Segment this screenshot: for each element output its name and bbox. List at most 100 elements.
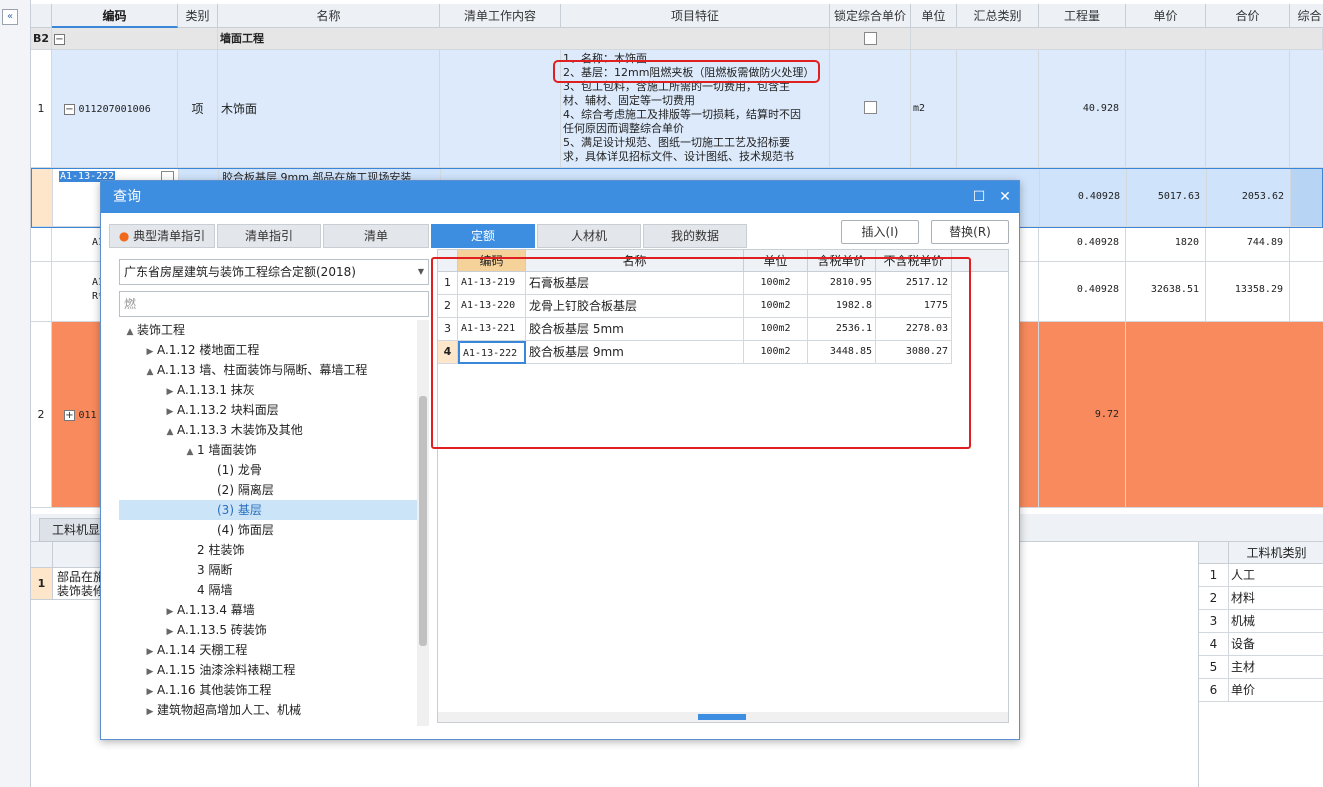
tree-node[interactable]: ▶ 建筑物超高增加人工、机械 <box>119 700 417 720</box>
chevron-down-icon: ▼ <box>417 267 424 276</box>
col-header-unit[interactable]: 单位 <box>911 4 957 28</box>
category-item[interactable]: 2 材料 <box>1199 587 1323 610</box>
row-total: 2053.62 <box>1207 169 1291 227</box>
tree-node-label: 2 柱装饰 <box>197 543 245 557</box>
expand-arrow-icon[interactable]: ▶ <box>163 402 177 422</box>
tree-node[interactable]: ▶ A.1.13.2 块料面层 <box>119 400 417 420</box>
col-header-unit-price[interactable]: 单价 <box>1126 4 1206 28</box>
col-header-composite[interactable]: 综合 <box>1290 4 1323 28</box>
expand-arrow-icon[interactable]: ▶ <box>143 642 157 662</box>
expand-arrow-icon[interactable]: ▶ <box>143 682 157 702</box>
row-unit-price: 32638.51 <box>1126 262 1206 322</box>
col-header-code[interactable]: 编码 <box>52 4 178 28</box>
tree-node-label: A.1.13 墙、柱面装饰与隔断、幕墙工程 <box>157 363 368 377</box>
maximize-icon[interactable]: ☐ <box>967 181 991 213</box>
annotation-box <box>553 60 820 83</box>
tree-node[interactable]: ▶ A.1.13.4 幕墙 <box>119 600 417 620</box>
category-item[interactable]: 4 设备 <box>1199 633 1323 656</box>
tree-node-label: 装饰工程 <box>137 323 186 337</box>
tree-node[interactable]: ▲ 装饰工程 <box>119 320 417 340</box>
tree-node[interactable]: (4) 饰面层 <box>119 520 417 540</box>
col-header-total[interactable]: 合价 <box>1206 4 1290 28</box>
row-quantity: 0.40928 <box>1039 262 1126 322</box>
tree-node-label: A.1.13.1 抹灰 <box>177 383 255 397</box>
expand-arrow-icon[interactable]: ▶ <box>163 602 177 622</box>
tree-scrollbar-thumb[interactable] <box>419 396 427 646</box>
expand-arrow-icon[interactable]: ▶ <box>143 702 157 722</box>
expand-arrow-icon[interactable]: ▶ <box>163 622 177 642</box>
expand-arrow-icon[interactable]: ▶ <box>143 342 157 362</box>
col-header-type[interactable]: 类别 <box>178 4 218 28</box>
category-item[interactable]: 3 机械 <box>1199 610 1323 633</box>
replace-button[interactable]: 替换(R) <box>931 220 1009 244</box>
tree-node[interactable]: 3 隔断 <box>119 560 417 580</box>
row-unit-price: 5017.63 <box>1127 169 1207 227</box>
row-quantity: 0.40928 <box>1039 228 1126 262</box>
tree-node-label: 4 隔墙 <box>197 583 233 597</box>
expand-arrow-icon[interactable]: ▲ <box>183 442 197 462</box>
tree-node[interactable]: ▶ A.1.15 油漆涂料裱糊工程 <box>119 660 417 680</box>
insert-button[interactable]: 插入(I) <box>841 220 919 244</box>
row-index: 1 <box>31 50 52 168</box>
tree-node[interactable]: ▶ A.1.13.1 抹灰 <box>119 380 417 400</box>
tab-typical-guide[interactable]: ● 典型清单指引 <box>109 224 215 248</box>
expand-arrow-icon[interactable]: ▶ <box>143 662 157 682</box>
expand-arrow-icon[interactable]: ▲ <box>143 362 157 382</box>
tab-list-guide[interactable]: 清单指引 <box>217 224 321 248</box>
col-header-name[interactable]: 名称 <box>218 4 440 28</box>
tree-node[interactable]: ▶ A.1.13.5 砖装饰 <box>119 620 417 640</box>
category-item[interactable]: 1 人工 <box>1199 564 1323 587</box>
col-header-features[interactable]: 项目特征 <box>561 4 830 28</box>
tree-node[interactable]: 2 柱装饰 <box>119 540 417 560</box>
tree-node[interactable]: (2) 隔离层 <box>119 480 417 500</box>
tree-node[interactable]: ▲ 1 墙面装饰 <box>119 440 417 460</box>
expand-arrow-icon[interactable]: ▲ <box>123 322 137 342</box>
category-label: 单价 <box>1231 683 1256 697</box>
tab-labor-material[interactable]: 工料机显 <box>39 518 109 542</box>
tab-list[interactable]: 清单 <box>323 224 429 248</box>
tree-node[interactable]: ▶ A.1.16 其他装饰工程 <box>119 680 417 700</box>
annotation-box <box>431 257 971 449</box>
tree-node[interactable]: ▲ A.1.13 墙、柱面装饰与隔断、幕墙工程 <box>119 360 417 380</box>
tree-node[interactable]: ▲ A.1.13.3 木装饰及其他 <box>119 420 417 440</box>
row-total: 744.89 <box>1206 228 1290 262</box>
col-header-quantity[interactable]: 工程量 <box>1039 4 1126 28</box>
row-quantity: 40.928 <box>1039 50 1126 168</box>
category-panel: 工料机类别 1 人工 2 材料 3 机械 4 设备 5 主材 6 单价 <box>1198 542 1323 787</box>
category-header: 工料机类别 <box>1229 542 1323 564</box>
category-index: 6 <box>1199 679 1229 701</box>
lock-price-checkbox[interactable] <box>864 101 877 114</box>
group-row[interactable]: B2 − 墙面工程 <box>31 28 1323 50</box>
tree-node[interactable]: (3) 基层 <box>119 500 417 520</box>
group-lock-checkbox[interactable] <box>864 32 877 45</box>
row-quantity: 9.72 <box>1039 322 1126 508</box>
category-index: 4 <box>1199 633 1229 655</box>
category-item[interactable]: 5 主材 <box>1199 656 1323 679</box>
category-label: 设备 <box>1231 637 1256 651</box>
tab-my-data[interactable]: 我的数据 <box>643 224 747 248</box>
tree-node-label: 3 隔断 <box>197 563 233 577</box>
search-input[interactable]: 燃 <box>119 291 429 317</box>
category-index: 2 <box>1199 587 1229 609</box>
expand-arrow-icon[interactable]: ▶ <box>163 382 177 402</box>
col-header-summary-type[interactable]: 汇总类别 <box>957 4 1039 28</box>
tree-node[interactable]: 4 隔墙 <box>119 580 417 600</box>
collapse-icon[interactable]: − <box>54 33 65 45</box>
category-item[interactable]: 6 单价 <box>1199 679 1323 702</box>
tab-labor-material-machine[interactable]: 人材机 <box>537 224 641 248</box>
close-icon[interactable]: ✕ <box>993 181 1017 213</box>
tree-node-label: A.1.13.3 木装饰及其他 <box>177 423 303 437</box>
tab-quota[interactable]: 定额 <box>431 224 535 248</box>
col-header-work-content[interactable]: 清单工作内容 <box>440 4 561 28</box>
collapse-icon[interactable]: − <box>64 103 75 115</box>
col-header-lock-price[interactable]: 锁定综合单价 <box>830 4 911 28</box>
quota-library-select[interactable]: 广东省房屋建筑与装饰工程综合定额(2018) ▼ <box>119 259 429 285</box>
collapse-panel-button[interactable]: « <box>2 9 18 25</box>
expand-arrow-icon[interactable]: ▲ <box>163 422 177 442</box>
category-label: 主材 <box>1231 660 1256 674</box>
tree-node[interactable]: (1) 龙骨 <box>119 460 417 480</box>
results-scroll-handle[interactable] <box>698 714 746 720</box>
expand-icon[interactable]: + <box>64 409 75 421</box>
tree-node[interactable]: ▶ A.1.12 楼地面工程 <box>119 340 417 360</box>
tree-node[interactable]: ▶ A.1.14 天棚工程 <box>119 640 417 660</box>
